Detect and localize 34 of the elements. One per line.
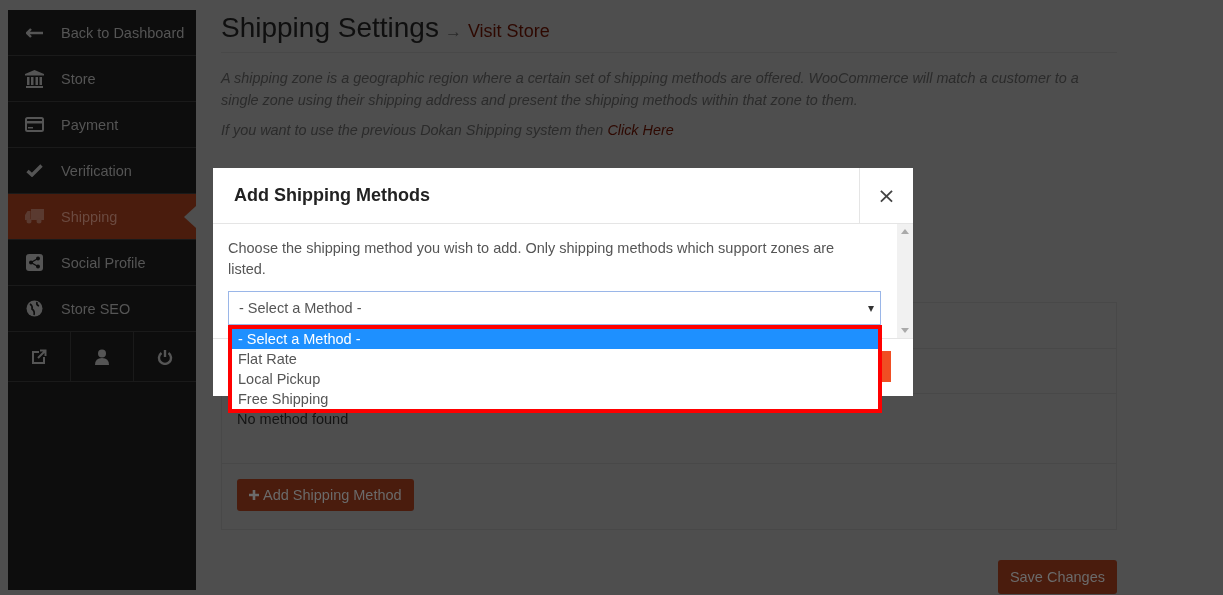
save-changes-button[interactable]: Save Changes — [997, 560, 1117, 594]
scroll-up-icon — [901, 228, 909, 234]
bank-icon — [25, 69, 44, 88]
external-link-icon — [31, 348, 47, 365]
page-title: Shipping Settings — [221, 12, 439, 44]
empty-message: No method found — [237, 411, 349, 427]
method-select[interactable]: - Select a Method - ▾ — [228, 291, 881, 325]
instruction-text: Choose the shipping method you wish to add. Only shipping methods which support zones are listed. — [228, 239, 836, 279]
sidebar-item[interactable]: Social Profile — [8, 240, 196, 286]
scrollbar[interactable] — [897, 224, 913, 338]
dialog-title: Add Shipping Methods — [234, 185, 430, 206]
arrow-icon: → — [444, 22, 462, 42]
dropdown-option[interactable]: Local Pickup — [232, 369, 878, 389]
add-shipping-method-button[interactable]: Add Shipping Method — [237, 479, 414, 511]
sidebar-item[interactable]: Store — [8, 56, 196, 102]
back-arrow-icon — [25, 27, 44, 38]
credit-card-icon — [25, 117, 44, 132]
globe-icon — [26, 300, 43, 317]
dropdown-option[interactable]: Flat Rate — [232, 349, 878, 369]
truck-icon — [25, 209, 44, 224]
scroll-down-icon — [901, 328, 909, 334]
sidebar-item[interactable]: Store SEO — [8, 286, 196, 332]
user-icon — [95, 348, 109, 365]
dropdown-option[interactable]: Free Shipping — [232, 389, 878, 409]
active-pointer-icon — [184, 206, 196, 228]
power-icon — [157, 348, 173, 365]
dropdown-option[interactable]: - Select a Method - — [232, 329, 878, 349]
plus-icon — [249, 490, 259, 500]
visit-store-link[interactable]: Visit Store — [467, 21, 550, 42]
checkmark-icon — [26, 164, 43, 177]
click-here-link[interactable]: Click Here — [607, 122, 674, 138]
share-icon — [26, 254, 43, 271]
sidebar-item[interactable]: Payment — [8, 102, 196, 148]
sidebar-item[interactable]: Back to Dashboard — [8, 10, 196, 56]
